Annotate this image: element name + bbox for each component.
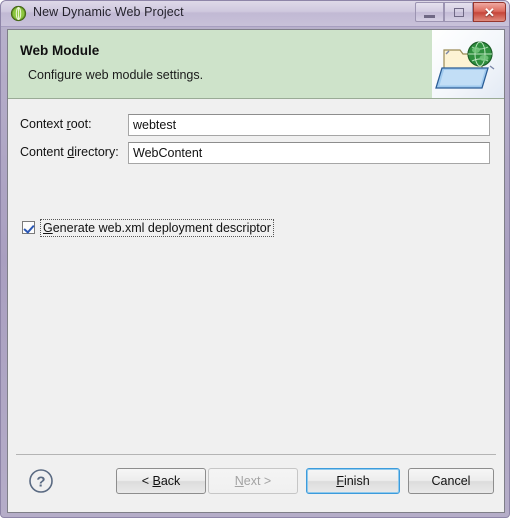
generate-webxml-checkbox[interactable]: Generate web.xml deployment descriptor: [22, 218, 274, 237]
cancel-button[interactable]: Cancel: [408, 468, 494, 494]
wizard-green-circle-icon: [10, 5, 27, 22]
svg-text:?: ?: [36, 474, 45, 491]
content-directory-label: Content directory:: [20, 145, 119, 159]
context-root-input[interactable]: [128, 114, 490, 136]
close-icon: ✕: [484, 4, 495, 20]
checkbox-checked-icon[interactable]: [22, 221, 35, 234]
next-button[interactable]: Next >: [208, 468, 298, 494]
page-description: Configure web module settings.: [28, 68, 204, 82]
banner-image: [432, 30, 504, 98]
back-button[interactable]: < Back: [116, 468, 206, 494]
maximize-button[interactable]: [444, 2, 473, 22]
page-title: Web Module: [20, 43, 100, 58]
window-title: New Dynamic Web Project: [33, 5, 184, 19]
content-directory-input[interactable]: [128, 142, 490, 164]
maximize-icon: [453, 7, 464, 17]
context-root-label: Context root:: [20, 117, 92, 131]
generate-webxml-label[interactable]: Generate web.xml deployment descriptor: [40, 218, 274, 237]
wizard-banner: Web Module Configure web module settings…: [8, 30, 504, 99]
button-bar-separator: [16, 454, 496, 455]
help-icon[interactable]: ?: [28, 468, 54, 494]
dialog-client-area: Web Module Configure web module settings…: [7, 29, 505, 513]
close-button[interactable]: ✕: [473, 2, 506, 22]
minimize-icon: [424, 14, 435, 18]
title-bar[interactable]: New Dynamic Web Project ✕: [1, 1, 509, 27]
folder-with-globe-icon: [435, 41, 495, 89]
finish-button[interactable]: Finish: [306, 468, 400, 494]
minimize-button[interactable]: [415, 2, 444, 22]
dialog-window: New Dynamic Web Project ✕ Web Module Con…: [0, 0, 510, 518]
